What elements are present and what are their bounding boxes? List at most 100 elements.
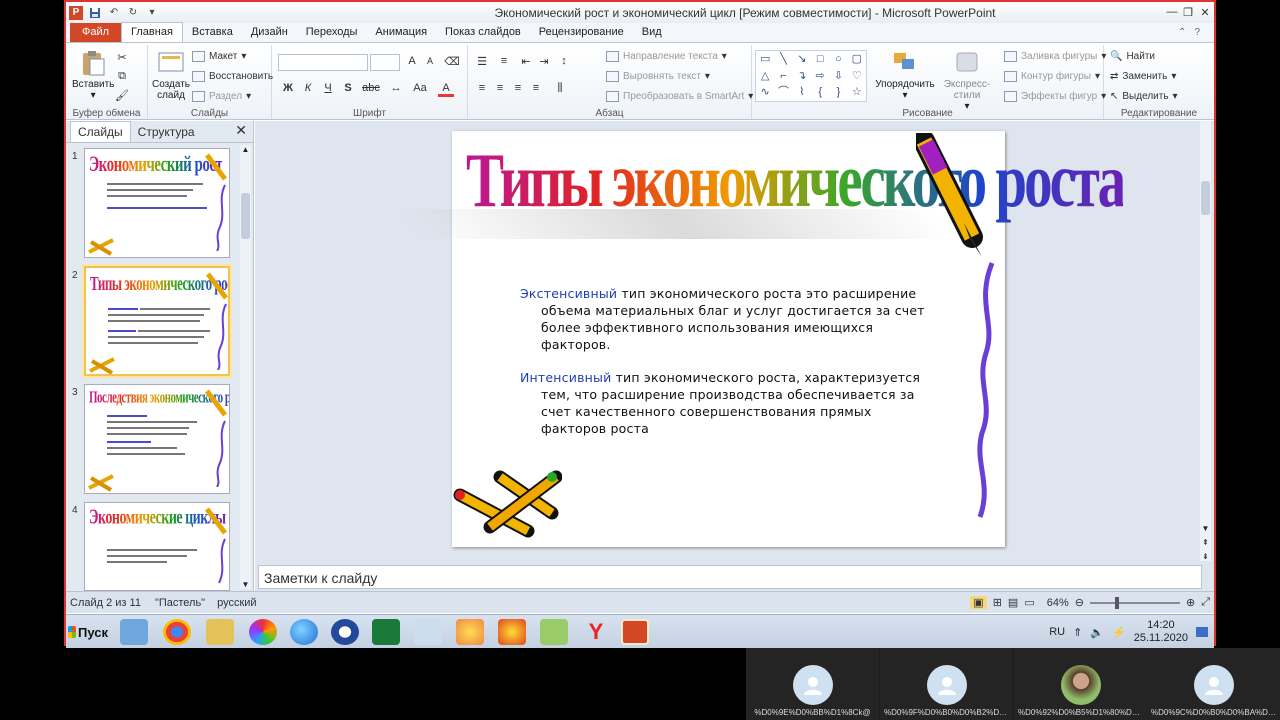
align-center-icon[interactable]: ≡	[492, 82, 508, 94]
oval-shape-icon[interactable]: ○	[829, 51, 847, 68]
shadow-button[interactable]: S	[340, 82, 356, 94]
align-right-icon[interactable]: ≡	[510, 82, 526, 94]
powerpoint-logo-icon[interactable]: P	[69, 5, 83, 20]
increase-indent-icon[interactable]: ⇥	[536, 55, 552, 68]
grow-font-button[interactable]: A	[404, 55, 420, 67]
new-slide-button[interactable]: Создать слайд	[152, 49, 190, 101]
tab-design[interactable]: Дизайн	[242, 23, 297, 42]
font-family-select[interactable]	[278, 54, 368, 71]
copy-icon[interactable]: ⧉	[114, 70, 130, 83]
scroll-thumb[interactable]	[1201, 181, 1210, 215]
numbering-icon[interactable]: ≡	[496, 55, 512, 67]
start-button[interactable]: Пуск	[68, 619, 108, 645]
show-desktop-icon[interactable]	[1196, 627, 1208, 637]
volume-icon[interactable]: 🔈	[1090, 626, 1104, 639]
replace-button[interactable]: ⇄ Заменить ▾	[1110, 71, 1176, 82]
previous-slide-icon[interactable]: ⇞	[1200, 538, 1211, 547]
editor-scrollbar[interactable]: ▼ ⇞ ⇟	[1200, 121, 1211, 561]
pm-app-icon[interactable]	[372, 619, 400, 645]
repeat-icon[interactable]: ↻	[126, 6, 140, 20]
chrome-icon[interactable]	[163, 619, 191, 645]
tray-expand-icon[interactable]: ⇑	[1073, 626, 1082, 639]
current-slide[interactable]: Типы экономического роста Экстенсивный т…	[392, 131, 1126, 547]
select-button[interactable]: ↖ Выделить ▾	[1110, 91, 1178, 102]
right-arrow-shape-icon[interactable]: ⇨	[811, 68, 829, 85]
slideshow-icon[interactable]: ▭	[1024, 596, 1034, 609]
find-button[interactable]: 🔍 Найти	[1110, 51, 1155, 62]
tab-view[interactable]: Вид	[633, 23, 671, 42]
slide-sorter-icon[interactable]: ⊞	[993, 596, 1002, 609]
arc-shape-icon[interactable]: ⌒	[774, 84, 792, 101]
reset-button[interactable]: Восстановить	[192, 71, 273, 82]
yandex-icon[interactable]: Y	[582, 619, 610, 645]
shape-effects-button[interactable]: Эффекты фигур ▾	[1004, 91, 1106, 102]
line-spacing-icon[interactable]: ↕	[556, 55, 572, 67]
reading-view-icon[interactable]: ▤	[1008, 596, 1018, 609]
rounded-rect-shape-icon[interactable]: ▢	[848, 51, 866, 68]
arrow-line-shape-icon[interactable]: ↘	[793, 51, 811, 68]
customize-toolbar-icon[interactable]: ▾	[145, 6, 159, 20]
bold-button[interactable]: Ж	[280, 82, 296, 94]
bird-app-icon[interactable]	[498, 619, 526, 645]
quick-styles-button[interactable]: Экспресс-стили ▾	[934, 49, 1000, 112]
cut-icon[interactable]: ✂	[114, 51, 130, 64]
help-icon[interactable]: ?	[1194, 27, 1200, 38]
strikethrough-button[interactable]: abc	[360, 82, 382, 94]
format-painter-icon[interactable]: 🖌	[114, 89, 130, 102]
slide-title[interactable]: Типы экономического роста	[466, 137, 1126, 225]
scroll-up-icon[interactable]: ▲	[240, 145, 251, 154]
hummingbird-app-icon[interactable]	[414, 619, 442, 645]
italic-button[interactable]: К	[300, 82, 316, 94]
brace-right-shape-icon[interactable]: }	[829, 84, 847, 101]
justify-icon[interactable]: ≡	[528, 82, 544, 94]
section-button[interactable]: Раздел ▾	[192, 91, 251, 102]
minimize-ribbon-icon[interactable]: ⌃	[1178, 27, 1186, 38]
close-icon[interactable]: ✕	[1196, 2, 1214, 22]
tab-file[interactable]: Файл	[70, 23, 122, 42]
thumbs-scrollbar[interactable]: ▲ ▼	[240, 145, 251, 589]
save-icon[interactable]	[88, 6, 102, 20]
ts-app-icon[interactable]	[331, 619, 359, 645]
tab-animations[interactable]: Анимация	[366, 23, 436, 42]
slide-thumbnail-2[interactable]: Типы экономического роста	[84, 266, 230, 376]
shapes-gallery[interactable]: ▭ ╲ ↘ □ ○ ▢ △ ⌐ ↴ ⇨ ⇩ ♡ ∿ ⌒ ⌇{} ☆	[755, 50, 867, 102]
notes-pane[interactable]: Заметки к слайду	[258, 565, 1202, 589]
image-app-icon[interactable]	[540, 619, 568, 645]
font-color-button[interactable]: A	[438, 82, 454, 97]
shape-outline-button[interactable]: Контур фигуры ▾	[1004, 71, 1100, 82]
fit-window-icon[interactable]: ⤢	[1201, 596, 1210, 609]
zoom-slider-thumb[interactable]	[1114, 596, 1119, 609]
text-direction-button[interactable]: Направление текста ▾	[606, 51, 727, 62]
heart-shape-icon[interactable]: ♡	[848, 68, 866, 85]
triangle-shape-icon[interactable]: △	[756, 68, 774, 85]
paste-button[interactable]: Вставить ▾	[72, 49, 114, 101]
paragraph-intensive[interactable]: Интенсивный тип экономического роста, ха…	[520, 369, 940, 437]
scroll-down-icon[interactable]: ▼	[240, 580, 251, 589]
theme-name[interactable]: "Пастель"	[141, 597, 205, 609]
textbox-shape-icon[interactable]: ▭	[756, 51, 774, 68]
scroll-down-icon[interactable]: ▼	[1200, 524, 1211, 533]
slide-thumbnail-1[interactable]: Экономический рост	[84, 148, 230, 258]
participant-tile[interactable]: %D0%92%D0%B5%D1%80%D0%B0...	[1014, 648, 1147, 720]
freeform-shape-icon[interactable]: ⌇	[793, 84, 811, 101]
maximize-icon[interactable]: ❐	[1180, 2, 1196, 22]
network-icon[interactable]: ⚡	[1112, 626, 1126, 639]
tab-review[interactable]: Рецензирование	[530, 23, 633, 42]
normal-view-icon[interactable]: ▣	[970, 596, 987, 609]
change-case-button[interactable]: Aa	[410, 82, 430, 94]
scroll-thumb[interactable]	[241, 193, 250, 239]
tab-home[interactable]: Главная	[121, 22, 183, 42]
tab-outline[interactable]: Структура	[131, 122, 202, 142]
language-indicator[interactable]: RU	[1049, 626, 1065, 638]
slide-thumbnail-3[interactable]: Последствия экономического роста	[84, 384, 230, 494]
connector-shape-icon[interactable]: ⌐	[774, 68, 792, 85]
star-shape-icon[interactable]: ☆	[848, 84, 866, 101]
zoom-out-icon[interactable]: ⊖	[1075, 596, 1084, 609]
media-player-icon[interactable]	[120, 619, 148, 645]
curve-shape-icon[interactable]: ∿	[756, 84, 774, 101]
brace-left-shape-icon[interactable]: {	[811, 84, 829, 101]
elbow-shape-icon[interactable]: ↴	[793, 68, 811, 85]
clear-format-icon[interactable]: ⌫	[444, 55, 460, 68]
spacing-icon[interactable]: ↔	[388, 82, 404, 94]
tab-transitions[interactable]: Переходы	[297, 23, 367, 42]
